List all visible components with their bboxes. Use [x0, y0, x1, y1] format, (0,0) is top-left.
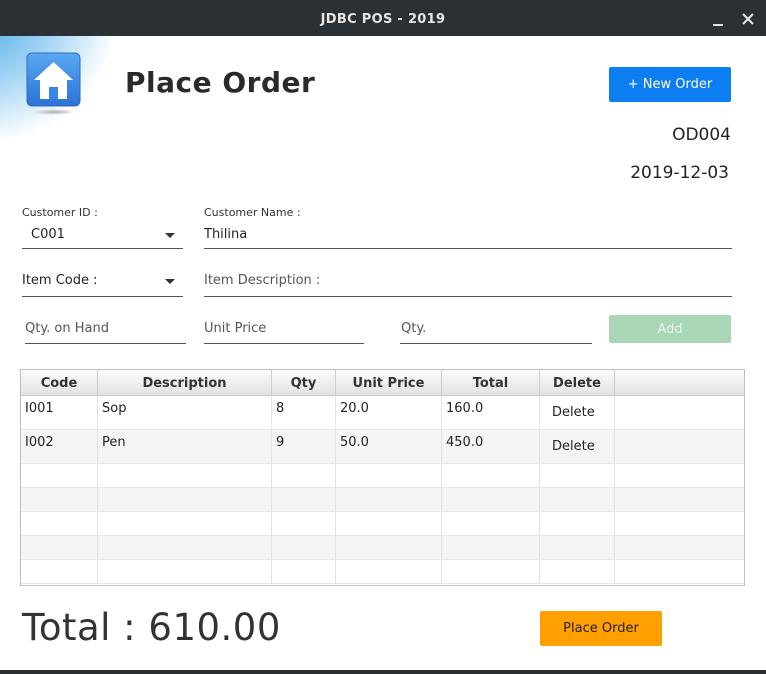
cell-description: Sop [102, 401, 127, 416]
qty-field[interactable]: Qty. [400, 320, 592, 346]
add-button[interactable]: Add [609, 315, 731, 343]
place-order-button[interactable]: Place Order [540, 611, 662, 646]
home-icon[interactable] [26, 52, 82, 116]
qty-on-hand-placeholder: Qty. on Hand [25, 321, 109, 336]
cell-total: 450.0 [446, 435, 484, 450]
customer-name-field[interactable]: Customer Name : Thilina [204, 206, 732, 252]
chevron-down-icon[interactable] [165, 279, 175, 284]
cell-description: Pen [102, 435, 126, 450]
table-row[interactable]: I002 Pen 9 50.0 450.0 Delete [21, 430, 744, 464]
empty-row [21, 536, 744, 560]
cell-code: I002 [25, 435, 54, 450]
column-header-description[interactable]: Description [98, 370, 272, 396]
empty-row [21, 560, 744, 584]
empty-row [21, 464, 744, 488]
table-header: Code Description Qty Unit Price Total De… [21, 370, 744, 396]
column-header-qty[interactable]: Qty [272, 370, 336, 396]
cell-unit-price: 50.0 [340, 435, 369, 450]
customer-name-value: Thilina [204, 227, 248, 242]
order-total: Total : 610.00 [22, 606, 281, 649]
column-header-unit-price[interactable]: Unit Price [336, 370, 442, 396]
unit-price-field[interactable]: Unit Price [204, 320, 364, 346]
customer-id-combo[interactable]: Customer ID : C001 [22, 206, 183, 252]
table-row[interactable]: I001 Sop 8 20.0 160.0 Delete [21, 396, 744, 430]
place-order-window: Place Order + New Order OD004 2019-12-03… [0, 36, 766, 670]
qty-placeholder: Qty. [401, 321, 427, 336]
delete-button[interactable]: Delete [552, 405, 595, 420]
window-title: JDBC POS - 2019 [320, 12, 446, 27]
item-description-placeholder: Item Description : [204, 273, 321, 288]
item-description-field[interactable]: Item Description : [204, 272, 732, 298]
minimize-icon[interactable] [708, 6, 728, 30]
column-header-delete[interactable]: Delete [540, 370, 615, 396]
order-id: OD004 [672, 125, 731, 145]
cell-code: I001 [25, 401, 54, 416]
order-date: 2019-12-03 [630, 163, 729, 183]
unit-price-placeholder: Unit Price [204, 321, 267, 336]
customer-name-label: Customer Name : [204, 206, 301, 219]
title-bar: JDBC POS - 2019 [0, 0, 766, 36]
empty-row [21, 488, 744, 512]
column-header-total[interactable]: Total [442, 370, 540, 396]
chevron-down-icon[interactable] [165, 233, 175, 238]
order-items-table: Code Description Qty Unit Price Total De… [20, 369, 745, 586]
cell-qty: 8 [276, 401, 285, 416]
delete-button[interactable]: Delete [552, 439, 595, 454]
close-icon[interactable] [737, 6, 759, 30]
customer-id-label: Customer ID : [22, 206, 98, 219]
page-title: Place Order [125, 66, 316, 99]
cell-total: 160.0 [446, 401, 484, 416]
cell-qty: 9 [276, 435, 285, 450]
cell-unit-price: 20.0 [340, 401, 369, 416]
item-code-combo[interactable]: Item Code : [22, 272, 183, 298]
qty-on-hand-field[interactable]: Qty. on Hand [25, 320, 186, 346]
item-code-label: Item Code : [22, 273, 98, 288]
column-header-code[interactable]: Code [21, 370, 98, 396]
new-order-button[interactable]: + New Order [609, 67, 731, 102]
empty-row [21, 512, 744, 536]
customer-id-value: C001 [31, 227, 65, 242]
